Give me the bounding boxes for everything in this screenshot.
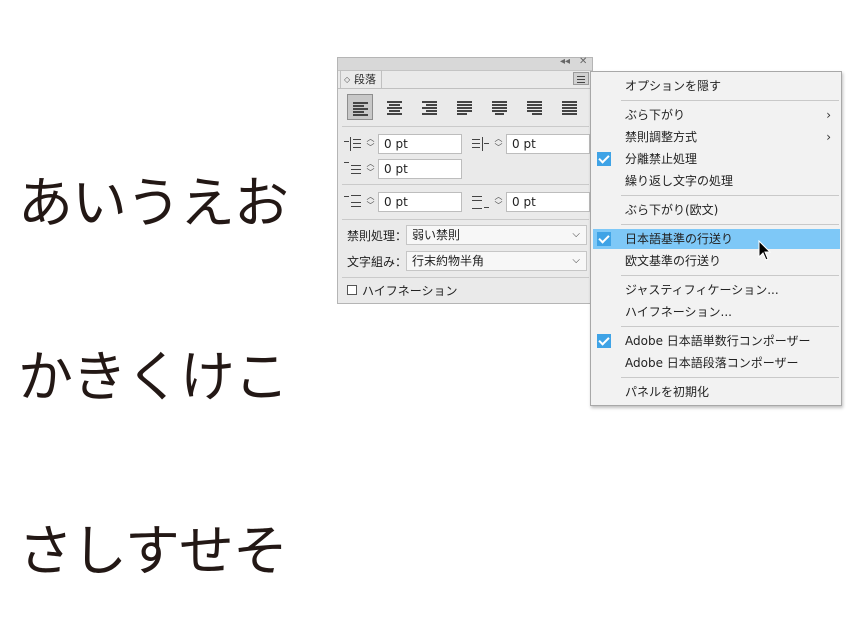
justify-all-button[interactable] bbox=[557, 94, 583, 120]
tab-paragraph[interactable]: ◇ 段落 bbox=[340, 70, 382, 89]
menu-item-roman-leading[interactable]: 欧文基準の行送り bbox=[591, 251, 841, 271]
right-indent-icon bbox=[472, 137, 490, 151]
paragraph-panel: ◂◂ ✕ ◇ 段落 ︿ ﹀ 0 pt ︿ ﹀ 0 pt ︿ ﹀ 0 pt ︿ ﹀… bbox=[337, 56, 593, 304]
checkmark-icon bbox=[597, 334, 611, 348]
menu-item-single-line-composer[interactable]: Adobe 日本語単数行コンポーザー bbox=[591, 331, 841, 351]
sample-text-line-1: あいうえお bbox=[18, 171, 289, 235]
menu-separator bbox=[621, 224, 839, 225]
space-before-icon bbox=[344, 195, 362, 209]
sample-text: あいうえお かきくけこ さしすせそ bbox=[18, 58, 289, 638]
checkmark-icon bbox=[597, 232, 611, 246]
space-after-stepper[interactable]: ︿ ﹀ bbox=[492, 192, 505, 212]
divider bbox=[342, 126, 589, 127]
divider bbox=[342, 277, 589, 278]
menu-item-justification[interactable]: ジャスティフィケーション... bbox=[591, 280, 841, 300]
menu-item-repeat-char[interactable]: 繰り返し文字の処理 bbox=[591, 171, 841, 191]
menu-item-japanese-leading[interactable]: 日本語基準の行送り bbox=[593, 229, 840, 249]
menu-item-burasagari-roman[interactable]: ぶら下がり(欧文) bbox=[591, 200, 841, 220]
menu-separator bbox=[621, 275, 839, 276]
sample-text-line-2: かきくけこ bbox=[18, 345, 289, 409]
justify-last-center-button[interactable] bbox=[487, 94, 513, 120]
first-line-indent-icon bbox=[344, 162, 362, 176]
kinsoku-select[interactable]: 弱い禁則 ⌵ bbox=[406, 225, 587, 245]
first-line-indent-stepper[interactable]: ︿ ﹀ bbox=[364, 159, 377, 179]
space-before-input[interactable]: 0 pt bbox=[378, 192, 462, 212]
menu-item-hyphenation[interactable]: ハイフネーション... bbox=[591, 302, 841, 322]
mouse-pointer-icon bbox=[758, 240, 772, 261]
mojikumi-select[interactable]: 行末約物半角 ⌵ bbox=[406, 251, 587, 271]
space-after-input[interactable]: 0 pt bbox=[506, 192, 590, 212]
space-after-icon bbox=[472, 195, 490, 209]
chevron-down-icon: ⌵ bbox=[572, 255, 580, 266]
checkmark-icon bbox=[597, 152, 611, 166]
menu-item-bunri-kinshi[interactable]: 分離禁止処理 bbox=[591, 149, 841, 169]
left-indent-stepper[interactable]: ︿ ﹀ bbox=[364, 134, 377, 154]
kinsoku-label: 禁則処理： bbox=[347, 229, 408, 243]
menu-separator bbox=[621, 100, 839, 101]
menu-item-reset-panel[interactable]: パネルを初期化 bbox=[591, 382, 841, 402]
hyphenation-label: ハイフネーション bbox=[362, 284, 458, 298]
mojikumi-label: 文字組み： bbox=[347, 255, 408, 269]
divider bbox=[342, 219, 589, 220]
menu-item-hide-options[interactable]: オプションを隠す bbox=[591, 76, 841, 96]
panel-menu-button[interactable] bbox=[573, 72, 589, 85]
kinsoku-value: 弱い禁則 bbox=[412, 228, 461, 242]
chevron-right-icon: › bbox=[826, 108, 831, 122]
sample-text-line-3: さしすせそ bbox=[18, 519, 288, 583]
align-right-button[interactable] bbox=[417, 94, 443, 120]
space-before-stepper[interactable]: ︿ ﹀ bbox=[364, 192, 377, 212]
menu-item-kinsoku-method[interactable]: 禁則調整方式 › bbox=[591, 127, 841, 147]
right-indent-input[interactable]: 0 pt bbox=[506, 134, 590, 154]
justify-last-right-button[interactable] bbox=[522, 94, 548, 120]
chevron-down-icon: ⌵ bbox=[572, 229, 580, 240]
panel-flyout-menu: オプションを隠す ぶら下がり › 禁則調整方式 › 分離禁止処理 繰り返し文字の処理… bbox=[590, 71, 842, 406]
divider bbox=[342, 184, 589, 185]
close-icon[interactable]: ✕ bbox=[579, 56, 587, 67]
tab-label: 段落 bbox=[354, 73, 376, 86]
left-indent-input[interactable]: 0 pt bbox=[378, 134, 462, 154]
right-indent-stepper[interactable]: ︿ ﹀ bbox=[492, 134, 505, 154]
first-line-indent-input[interactable]: 0 pt bbox=[378, 159, 462, 179]
align-center-button[interactable] bbox=[382, 94, 408, 120]
justify-last-left-button[interactable] bbox=[452, 94, 478, 120]
menu-separator bbox=[621, 326, 839, 327]
double-left-arrow-icon[interactable]: ◂◂ bbox=[560, 56, 570, 67]
tab-bar-divider bbox=[338, 88, 592, 89]
align-left-button[interactable] bbox=[347, 94, 373, 120]
menu-separator bbox=[621, 377, 839, 378]
menu-item-burasagari[interactable]: ぶら下がり › bbox=[591, 105, 841, 125]
hyphenation-checkbox[interactable] bbox=[347, 285, 357, 295]
chevron-right-icon: › bbox=[826, 130, 831, 144]
left-indent-icon bbox=[344, 137, 362, 151]
menu-separator bbox=[621, 195, 839, 196]
mojikumi-value: 行末約物半角 bbox=[412, 254, 485, 268]
menu-item-paragraph-composer[interactable]: Adobe 日本語段落コンポーザー bbox=[591, 353, 841, 373]
hamburger-menu-icon bbox=[577, 76, 585, 77]
tab-arrows-icon: ◇ bbox=[344, 75, 351, 84]
